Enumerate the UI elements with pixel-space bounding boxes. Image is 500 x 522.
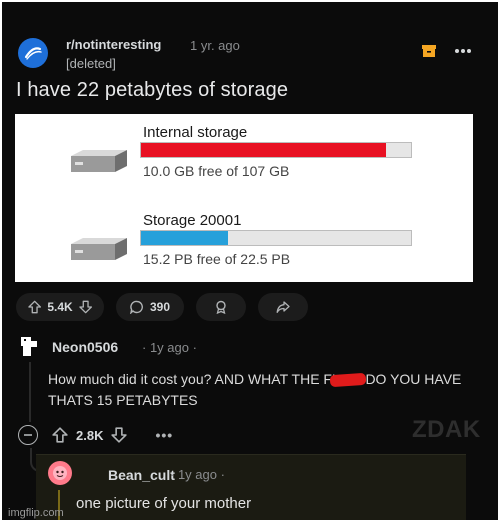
comment-age: · 1y ago ·: [142, 340, 197, 355]
storage-bar-fill: [141, 143, 386, 157]
comment-count: 390: [149, 300, 171, 314]
imgflip-credit: imgflip.com: [8, 507, 64, 519]
screenshot-frame: r/notinteresting 1 yr. ago [deleted] I h…: [2, 2, 498, 520]
post-vote-pill: 5.4K: [16, 293, 104, 321]
post-action-bar: 5.4K 390: [16, 293, 308, 323]
thread-line[interactable]: [29, 362, 31, 422]
comments-button[interactable]: 390: [116, 293, 184, 321]
comment-downvote[interactable]: [111, 427, 128, 443]
comment-body: How much did it cost you? AND WHAT THE F…: [48, 369, 462, 408]
reply-avatar[interactable]: [48, 461, 72, 485]
post-score: 5.4K: [47, 300, 73, 314]
subreddit-name[interactable]: r/notinteresting: [66, 37, 161, 52]
share-button[interactable]: [258, 293, 308, 321]
more-icon[interactable]: •••: [155, 427, 173, 443]
archive-icon[interactable]: [420, 42, 438, 60]
storage-bar-fill: [141, 231, 229, 245]
hard-drive-icon: [71, 150, 127, 172]
minus-icon: [24, 434, 32, 436]
drive-free-text: 15.2 PB free of 22.5 PB: [143, 251, 291, 267]
hard-drive-icon: [71, 238, 127, 260]
comment-upvote[interactable]: [52, 427, 68, 443]
reply-age: · 1y ago ·: [170, 467, 225, 482]
award-icon: [216, 300, 226, 314]
reply-username[interactable]: Bean_cult: [108, 467, 175, 483]
storage-bar: [140, 230, 412, 246]
comment-icon: [130, 300, 143, 314]
more-icon[interactable]: [454, 42, 472, 60]
comment-action-bar: 2.8K •••: [18, 423, 173, 447]
user-avatar[interactable]: [18, 333, 40, 357]
comment-username[interactable]: Neon0506: [52, 339, 118, 355]
downvote-icon[interactable]: [78, 300, 92, 314]
drive-row-storage: Storage 20001 15.2 PB free of 22.5 PB: [15, 206, 455, 276]
reply-body: one picture of your mother: [76, 495, 252, 512]
upvote-icon[interactable]: [28, 300, 42, 314]
post-header: r/notinteresting 1 yr. ago [deleted]: [14, 32, 486, 72]
watermark: ZDAK: [412, 416, 481, 443]
upvote-icon: [52, 427, 68, 443]
censor-mark: [329, 372, 367, 388]
subreddit-avatar[interactable]: [18, 38, 48, 68]
drive-row-internal: Internal storage 10.0 GB free of 107 GB: [15, 118, 455, 188]
award-button[interactable]: [196, 293, 246, 321]
comment-score: 2.8K: [76, 427, 104, 443]
post-title[interactable]: I have 22 petabytes of storage: [16, 79, 288, 102]
share-icon: [276, 301, 290, 313]
reddit-snoo-icon: [23, 43, 43, 63]
censored-word: UC: [329, 369, 367, 390]
reply-comment: Bean_cult · 1y ago · one picture of your…: [36, 454, 466, 520]
header-actions: [420, 42, 472, 60]
drive-name: Internal storage: [143, 124, 248, 141]
downvote-icon: [111, 427, 128, 443]
post-author[interactable]: [deleted]: [66, 56, 116, 71]
storage-bar: [140, 142, 412, 158]
post-image[interactable]: Internal storage 10.0 GB free of 107 GB …: [15, 114, 473, 282]
drive-name: Storage 20001: [143, 212, 242, 229]
user-avatar-icon: [53, 466, 67, 480]
collapse-button[interactable]: [18, 425, 38, 445]
drive-free-text: 10.0 GB free of 107 GB: [143, 163, 290, 179]
post-age: 1 yr. ago: [190, 38, 240, 53]
